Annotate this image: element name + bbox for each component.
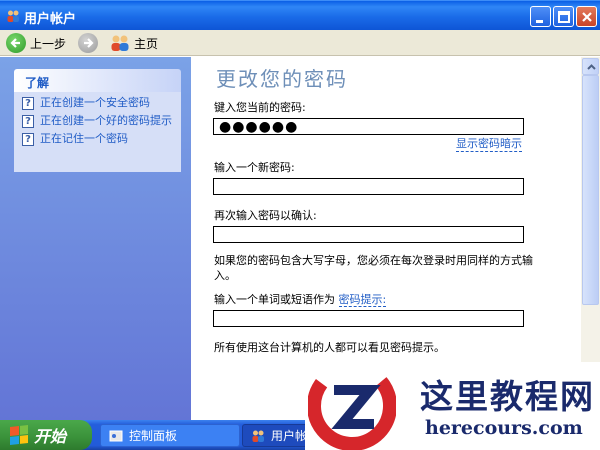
users-icon bbox=[252, 430, 264, 442]
watermark-url: herecours.com bbox=[425, 417, 583, 439]
current-password-field[interactable]: ●●●●●● bbox=[213, 118, 524, 135]
task-pane: 了解 ? 正在创建一个安全密码 ? 正在创建一个好的密码提示 ? 正在记住一个密… bbox=[0, 57, 191, 420]
current-password-label: 键入您当前的密码: bbox=[214, 101, 306, 114]
start-label: 开始 bbox=[34, 427, 67, 446]
toolbar: 上一步 主页 bbox=[0, 30, 600, 56]
confirm-password-label: 再次输入密码以确认: bbox=[214, 209, 317, 222]
sidebar-item-label: 正在记住一个密码 bbox=[40, 132, 128, 145]
sidebar-item-label: 正在创建一个安全密码 bbox=[40, 96, 150, 109]
minimize-button[interactable] bbox=[530, 6, 551, 27]
arrow-up-icon bbox=[587, 64, 596, 70]
help-icon: ? bbox=[22, 133, 34, 146]
home-button[interactable]: 主页 bbox=[110, 32, 158, 54]
case-sensitivity-note: 如果您的密码包含大写字母，您必须在每次登录时用同样的方式输入。 bbox=[214, 254, 533, 282]
task-label: 控制面板 bbox=[129, 429, 178, 443]
title-bar: 用户帐户 bbox=[0, 0, 600, 30]
start-button[interactable]: 开始 bbox=[0, 420, 92, 450]
back-arrow-icon bbox=[6, 33, 26, 53]
help-icon: ? bbox=[22, 97, 34, 110]
back-button[interactable]: 上一步 bbox=[6, 32, 66, 54]
show-hint-link[interactable]: 显示密码暗示 bbox=[456, 135, 522, 152]
password-hint-label: 输入一个单词或短语作为 密码提示: bbox=[214, 291, 387, 307]
windows-logo-icon bbox=[10, 425, 28, 445]
scroll-thumb[interactable] bbox=[582, 75, 599, 305]
sidebar-item-remember-password[interactable]: ? 正在记住一个密码 bbox=[22, 132, 175, 146]
learn-about-header: 了解 bbox=[14, 69, 181, 92]
password-hint-link[interactable]: 密码提示: bbox=[338, 293, 387, 307]
maximize-button[interactable] bbox=[553, 6, 574, 27]
learn-about-list: ? 正在创建一个安全密码 ? 正在创建一个好的密码提示 ? 正在记住一个密码 bbox=[14, 92, 181, 172]
new-password-label: 输入一个新密码: bbox=[214, 161, 295, 174]
maximize-icon bbox=[558, 11, 570, 23]
password-hint-field[interactable] bbox=[213, 310, 524, 327]
users-icon bbox=[7, 10, 19, 22]
password-hint-prefix: 输入一个单词或短语作为 bbox=[214, 293, 335, 306]
help-icon: ? bbox=[22, 115, 34, 128]
window-title: 用户帐户 bbox=[24, 12, 77, 27]
close-button[interactable] bbox=[576, 6, 597, 27]
watermark-logo-icon bbox=[308, 362, 396, 450]
current-password-value: ●●●●●● bbox=[219, 119, 299, 135]
users-home-icon bbox=[111, 35, 129, 51]
confirm-password-field[interactable] bbox=[213, 226, 524, 243]
home-label: 主页 bbox=[134, 36, 159, 51]
control-panel-icon bbox=[109, 430, 123, 441]
watermark-text: 这里教程网 bbox=[420, 377, 595, 416]
learn-about-box: 了解 ? 正在创建一个安全密码 ? 正在创建一个好的密码提示 ? 正在记住一个密… bbox=[14, 69, 181, 172]
scroll-up-button[interactable] bbox=[582, 58, 599, 75]
close-icon bbox=[582, 12, 592, 22]
watermark: 这里教程网 herecours.com bbox=[305, 362, 600, 450]
back-label: 上一步 bbox=[30, 36, 67, 51]
sidebar-item-good-hint[interactable]: ? 正在创建一个好的密码提示 bbox=[22, 114, 175, 128]
new-password-field[interactable] bbox=[213, 178, 524, 195]
minimize-icon bbox=[536, 20, 543, 23]
forward-arrow-icon bbox=[78, 33, 98, 53]
page-title: 更改您的密码 bbox=[216, 67, 348, 91]
hint-visibility-note: 所有使用这台计算机的人都可以看见密码提示。 bbox=[214, 341, 445, 354]
forward-button[interactable] bbox=[78, 32, 98, 54]
sidebar-item-label: 正在创建一个好的密码提示 bbox=[40, 114, 172, 127]
taskbar-item-control-panel[interactable]: 控制面板 bbox=[100, 424, 240, 447]
sidebar-item-secure-password[interactable]: ? 正在创建一个安全密码 bbox=[22, 96, 175, 110]
